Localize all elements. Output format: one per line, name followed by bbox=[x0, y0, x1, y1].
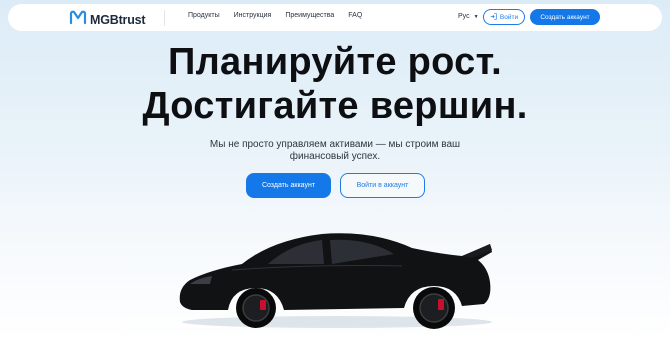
login-arrow-icon bbox=[490, 12, 500, 22]
login-label: Войти в аккаунт bbox=[356, 182, 409, 189]
header-login-label: Войти bbox=[499, 13, 519, 21]
main-nav: Продукты Инструкция Преимущества FAQ bbox=[188, 12, 376, 19]
caret-down-icon: ▼ bbox=[473, 13, 479, 20]
sports-car-image bbox=[179, 233, 492, 329]
hero-subtitle-line-2: финансовый успех. bbox=[289, 151, 381, 162]
language-select[interactable]: Рус ▼ bbox=[458, 13, 479, 20]
header-create-label: Создать аккаунт bbox=[540, 13, 590, 21]
header-create-account-button[interactable]: Создать аккаунт bbox=[530, 9, 600, 25]
header-login-button[interactable]: Войти bbox=[483, 9, 525, 25]
create-account-button[interactable]: Создать аккаунт bbox=[246, 173, 331, 198]
brand-logo[interactable]: MGBtrust bbox=[68, 9, 146, 30]
hero-subtitle-line-1: Мы не просто управляем активами — мы стр… bbox=[209, 139, 461, 150]
nav-link-products[interactable]: Продукты bbox=[188, 12, 220, 19]
hero-subtitle: Мы не просто управляем активами — мы стр… bbox=[200, 139, 470, 163]
hero-title: Планируйте рост. Достигайте вершин. bbox=[0, 40, 670, 128]
language-label: Рус bbox=[458, 13, 470, 20]
create-account-label: Создать аккаунт bbox=[261, 182, 316, 189]
nav-link-instructions[interactable]: Инструкция bbox=[234, 12, 272, 19]
nav-link-faq[interactable]: FAQ bbox=[348, 12, 362, 19]
hero-title-line-1: Планируйте рост. bbox=[167, 41, 503, 83]
top-navbar: MGBtrust Продукты Инструкция Преимуществ… bbox=[8, 4, 662, 31]
brand-m-logo-icon bbox=[68, 9, 88, 30]
nav-link-advantages[interactable]: Преимущества bbox=[285, 12, 334, 19]
hero-title-line-2: Достигайте вершин. bbox=[142, 85, 528, 127]
brand-name: MGBtrust bbox=[90, 12, 146, 27]
login-button[interactable]: Войти в аккаунт bbox=[340, 173, 425, 198]
nav-divider bbox=[164, 10, 165, 26]
